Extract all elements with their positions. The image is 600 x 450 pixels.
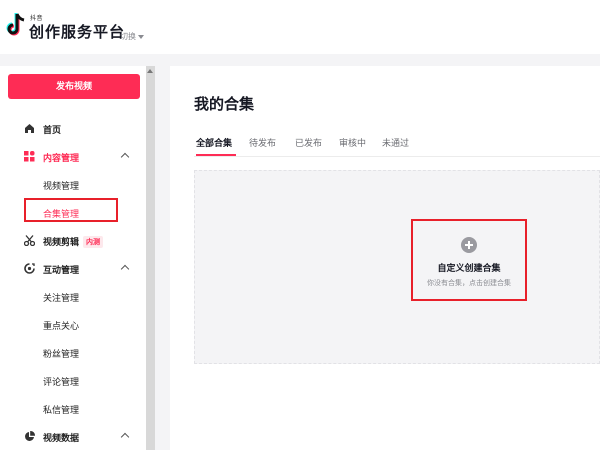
scissors-icon — [24, 235, 35, 246]
sidebar-item-label: 视频剪辑 — [43, 237, 80, 247]
sidebar-item-label: 互动管理 — [43, 265, 80, 275]
sidebar-subitem-key-attention[interactable]: 重点关心 — [0, 315, 146, 335]
sidebar-item-interaction[interactable]: 互动管理 — [0, 259, 146, 279]
sidebar-item-label: 视频管理 — [43, 181, 80, 191]
sidebar-item-content[interactable]: 内容管理 — [0, 147, 146, 167]
sidebar-subitem-fans-manage[interactable]: 粉丝管理 — [0, 343, 146, 363]
sidebar-item-home[interactable]: 首页 — [0, 119, 146, 139]
tab-rejected[interactable]: 未通过 — [382, 136, 409, 149]
sidebar-subitem-follow-manage[interactable]: 关注管理 — [0, 287, 146, 307]
switch-label: 切换 — [120, 32, 136, 41]
brand-title: 创作服务平台 — [29, 24, 126, 41]
sidebar-subitem-message-manage[interactable]: 私信管理 — [0, 399, 146, 419]
sidebar-item-label: 首页 — [43, 125, 62, 135]
sidebar-item-label: 粉丝管理 — [43, 349, 80, 359]
sidebar-item-label: 内容管理 — [43, 153, 80, 163]
douyin-logo-icon[interactable] — [6, 12, 26, 38]
tabs-divider — [194, 156, 600, 157]
sidebar: 发布视频 首页 内容管理 视频管理 合集管理 视频剪辑 内测 互动管理 关注管理 … — [0, 66, 146, 450]
scroll-up-arrow-icon[interactable] — [147, 69, 153, 73]
sidebar-item-label: 私信管理 — [43, 405, 80, 415]
sidebar-subitem-comment-manage[interactable]: 评论管理 — [0, 371, 146, 391]
sidebar-item-video-edit[interactable]: 视频剪辑 内测 — [0, 231, 146, 251]
interaction-icon — [24, 263, 35, 274]
content-icon — [24, 151, 35, 162]
sidebar-item-video-data[interactable]: 视频数据 — [0, 427, 146, 447]
chart-icon — [25, 431, 35, 441]
tab-pending-publish[interactable]: 待发布 — [249, 136, 276, 149]
sidebar-subitem-video-manage[interactable]: 视频管理 — [0, 175, 146, 195]
caret-down-icon — [138, 34, 144, 39]
publish-video-button[interactable]: 发布视频 — [8, 74, 140, 99]
tab-under-review[interactable]: 审核中 — [339, 136, 366, 149]
sidebar-scrollbar[interactable] — [146, 66, 155, 450]
sidebar-item-label: 重点关心 — [43, 321, 80, 331]
highlight-box-collection-manage — [24, 198, 118, 222]
switch-dropdown[interactable]: 切换 — [120, 31, 144, 42]
beta-badge: 内测 — [83, 236, 104, 248]
chevron-up-icon — [120, 264, 130, 274]
page-title: 我的合集 — [194, 96, 255, 113]
collections-empty-area — [194, 170, 600, 364]
highlight-box-create-collection — [411, 219, 527, 301]
tab-all-collections[interactable]: 全部合集 — [196, 136, 232, 149]
chevron-up-icon — [120, 152, 130, 162]
sidebar-item-label: 评论管理 — [43, 377, 80, 387]
sidebar-item-label: 关注管理 — [43, 293, 80, 303]
home-icon — [25, 124, 34, 133]
chevron-up-icon — [120, 432, 130, 442]
top-header: 抖音 创作服务平台 切换 — [0, 0, 600, 54]
main-panel: 我的合集 全部合集 待发布 已发布 审核中 未通过 自定义创建合集 你没有合集，… — [170, 66, 600, 450]
sidebar-item-label: 视频数据 — [43, 433, 80, 443]
tab-published[interactable]: 已发布 — [295, 136, 322, 149]
